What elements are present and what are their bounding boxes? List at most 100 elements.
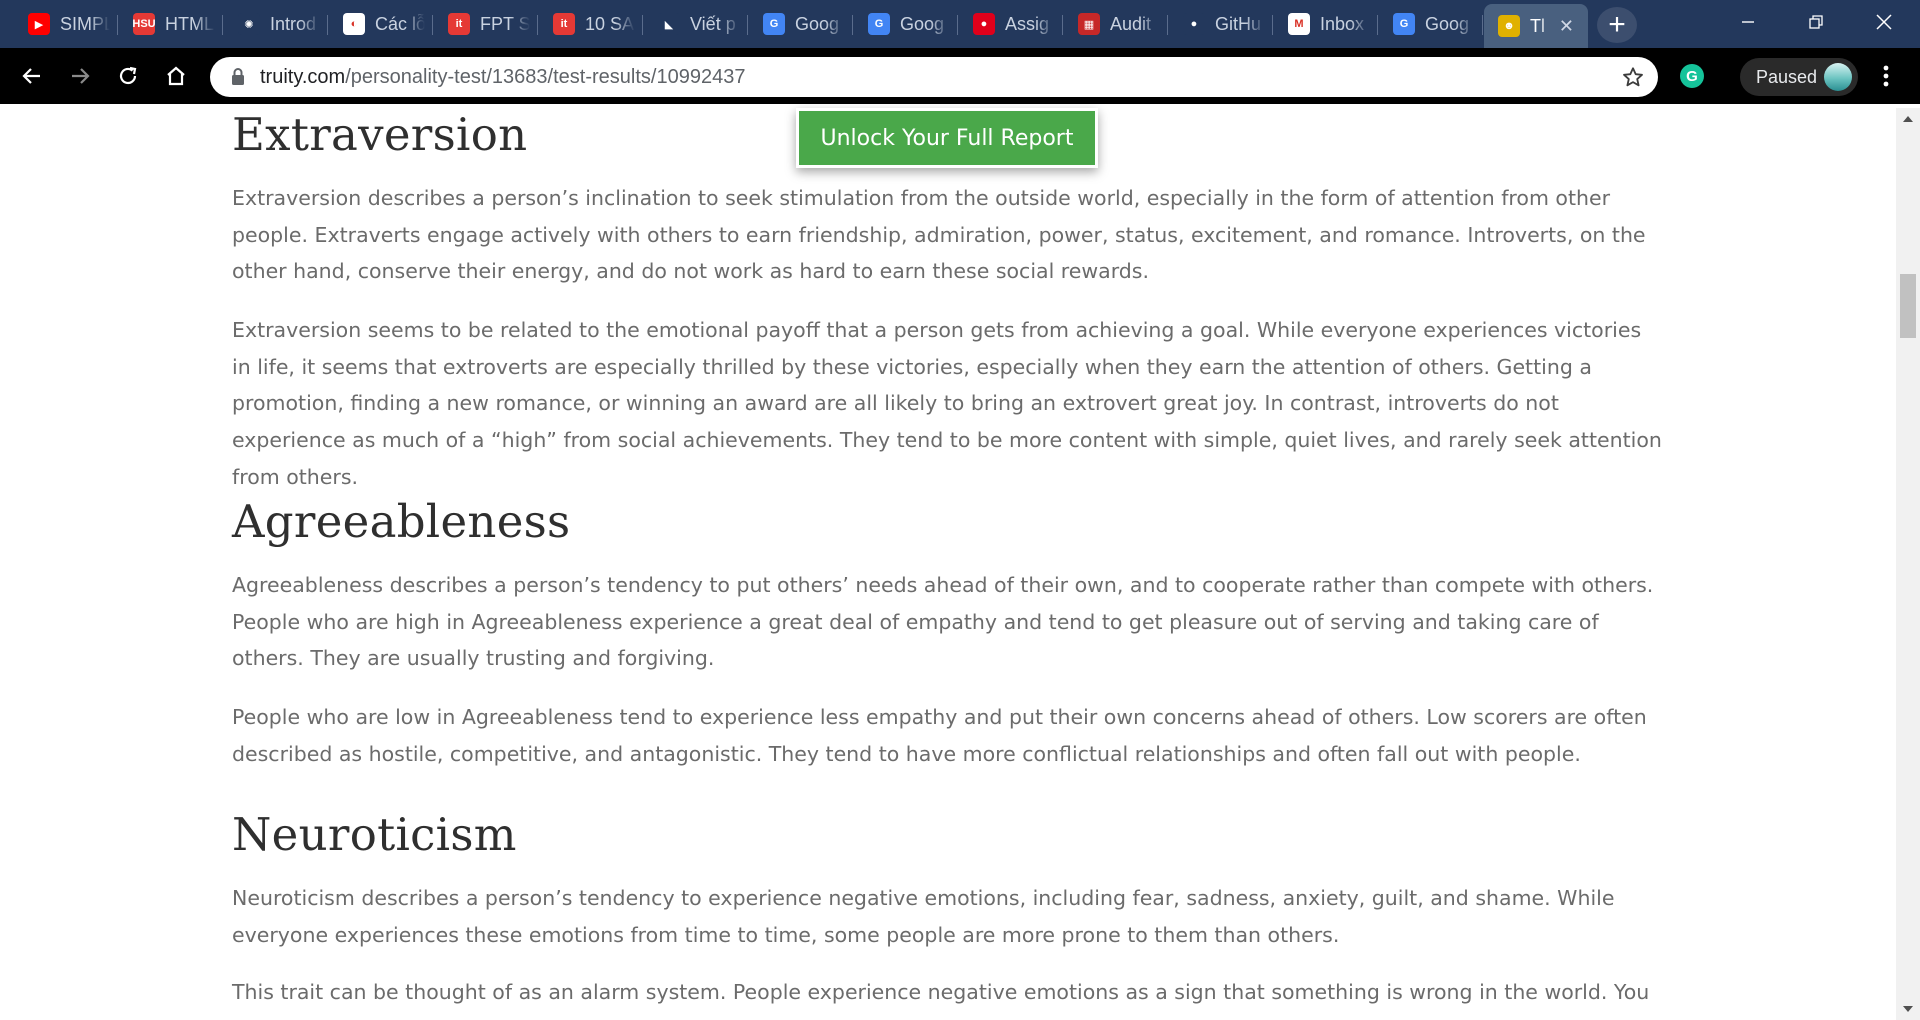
truity-icon: ☻	[1498, 15, 1520, 37]
tab-separator	[1062, 15, 1063, 35]
scroll-up-button[interactable]	[1896, 108, 1920, 130]
profile-status-label: Paused	[1756, 66, 1818, 87]
tab-title: Introd	[270, 13, 317, 34]
google-translate-icon: G	[1393, 13, 1415, 35]
browser-menu-button[interactable]	[1874, 60, 1898, 92]
forward-button[interactable]	[60, 56, 100, 96]
url-path: /personality-test/13683/test-results/109…	[345, 65, 746, 88]
section-heading-agreeableness: Agreeableness	[232, 495, 571, 548]
scroll-down-button[interactable]	[1896, 998, 1920, 1020]
tab-separator	[1167, 15, 1168, 35]
tab-separator	[642, 15, 643, 35]
it-icon: it	[553, 13, 575, 35]
profile-button[interactable]: Paused	[1740, 58, 1858, 96]
avatar	[1824, 63, 1852, 91]
scrollbar-thumb[interactable]	[1900, 274, 1916, 338]
agreeableness-paragraph-2: People who are low in Agreeableness tend…	[232, 705, 1647, 766]
google-translate-icon: G	[763, 13, 785, 35]
tab-title: Assig	[1005, 13, 1050, 34]
tab-separator	[1482, 15, 1483, 35]
chrome-colored-icon: ◐	[343, 13, 365, 35]
browser-toolbar: truity.com/personality-test/13683/test-r…	[0, 48, 1920, 104]
neuroticism-paragraph-1: Neuroticism describes a person’s tendenc…	[232, 886, 1615, 947]
page-scrollbar[interactable]	[1896, 108, 1920, 1020]
gmail-icon: M	[1288, 13, 1310, 35]
tab-separator	[1272, 15, 1273, 35]
address-bar[interactable]: truity.com/personality-test/13683/test-r…	[210, 57, 1658, 97]
spark-icon: ✺	[238, 13, 260, 35]
tab-separator	[537, 15, 538, 35]
unlock-full-report-button[interactable]: Unlock Your Full Report	[796, 108, 1098, 168]
extraversion-paragraph-2: Extraversion seems to be related to the …	[232, 318, 1662, 489]
tab-separator	[747, 15, 748, 35]
home-icon	[167, 66, 185, 86]
page-viewport: Extraversion Extraversion describes a pe…	[0, 108, 1896, 1020]
tab-title: SIMPL	[60, 13, 110, 34]
browser-tab[interactable]: M Inbox	[1274, 6, 1378, 42]
back-button[interactable]	[12, 56, 52, 96]
tab-title: Goog	[795, 13, 840, 34]
close-window-button[interactable]	[1850, 0, 1918, 44]
browser-tab[interactable]: ● Assig	[959, 6, 1063, 42]
tab-title: Viết p	[690, 13, 736, 34]
cursor-icon: ◣	[658, 13, 680, 35]
url-host: truity.com	[260, 65, 346, 88]
tab-title: HTML	[165, 13, 214, 34]
browser-tab[interactable]: ● GitHu	[1169, 6, 1273, 42]
github-icon: ●	[1183, 13, 1205, 35]
plus-icon: +	[1608, 8, 1626, 41]
agreeableness-paragraph-1: Agreeableness describes a person’s tende…	[232, 573, 1654, 671]
lock-icon	[232, 68, 244, 85]
tab-title: GitHu	[1215, 13, 1262, 34]
tab-separator	[957, 15, 958, 35]
assignment-icon: ●	[973, 13, 995, 35]
browser-tab[interactable]: ◐ Các lỗ	[329, 6, 433, 42]
browser-tab[interactable]: ▶ SIMPL	[14, 6, 118, 42]
browser-tab[interactable]: ✺ Introd	[224, 6, 328, 42]
browser-tab[interactable]: G Goog	[749, 6, 853, 42]
browser-tab[interactable]: G Goog	[1379, 6, 1483, 42]
tab-separator	[432, 15, 433, 35]
browser-tab[interactable]: ☻ Tl ✕	[1484, 4, 1588, 48]
tab-separator	[1377, 15, 1378, 35]
browser-tab[interactable]: it 10 SA	[539, 6, 643, 42]
neuroticism-paragraph-2: This trait can be thought of as an alarm…	[232, 980, 1650, 1020]
browser-tab[interactable]: G Goog	[854, 6, 958, 42]
reload-button[interactable]	[108, 56, 148, 96]
hsu-icon: HSU	[132, 13, 156, 35]
tab-separator	[222, 15, 223, 35]
section-heading-neuroticism: Neuroticism	[232, 808, 517, 861]
tab-separator	[327, 15, 328, 35]
new-tab-button[interactable]: +	[1597, 7, 1637, 43]
more-vertical-icon	[1883, 65, 1889, 87]
minimize-button[interactable]	[1714, 0, 1782, 44]
browser-tab[interactable]: it FPT S	[434, 6, 538, 42]
reload-icon	[119, 66, 137, 85]
restore-icon	[1809, 15, 1823, 29]
browser-tab[interactable]: ◣ Viết p	[644, 6, 748, 42]
bookmark-star-icon[interactable]	[1622, 66, 1644, 88]
tab-title: Các lỗ	[375, 13, 425, 34]
tab-title: Goog	[900, 13, 945, 34]
tab-title: Inbox	[1320, 13, 1365, 34]
close-tab-icon[interactable]: ✕	[1559, 16, 1574, 37]
tab-title: Goog	[1425, 13, 1470, 34]
restore-button[interactable]	[1782, 0, 1850, 44]
extraversion-paragraph-1: Extraversion describes a person’s inclin…	[232, 186, 1646, 284]
youtube-icon: ▶	[28, 13, 50, 35]
tab-title: FPT S	[480, 13, 530, 34]
tab-title: Audit	[1110, 13, 1152, 34]
grammarly-extension-icon[interactable]: G	[1680, 64, 1704, 88]
tab-title: 10 SA	[585, 13, 635, 34]
home-button[interactable]	[156, 56, 196, 96]
browser-tab[interactable]: ▦ Audit	[1064, 6, 1168, 42]
tab-title: Tl	[1530, 15, 1545, 36]
browser-tab[interactable]: HSU HTML	[119, 6, 223, 42]
arrow-left-icon	[22, 68, 40, 84]
minimize-icon	[1742, 21, 1754, 23]
audit-icon: ▦	[1078, 13, 1100, 35]
tab-separator	[852, 15, 853, 35]
triangle-down-icon	[1903, 1006, 1913, 1012]
google-translate-icon: G	[868, 13, 890, 35]
section-heading-extraversion: Extraversion	[232, 108, 528, 161]
